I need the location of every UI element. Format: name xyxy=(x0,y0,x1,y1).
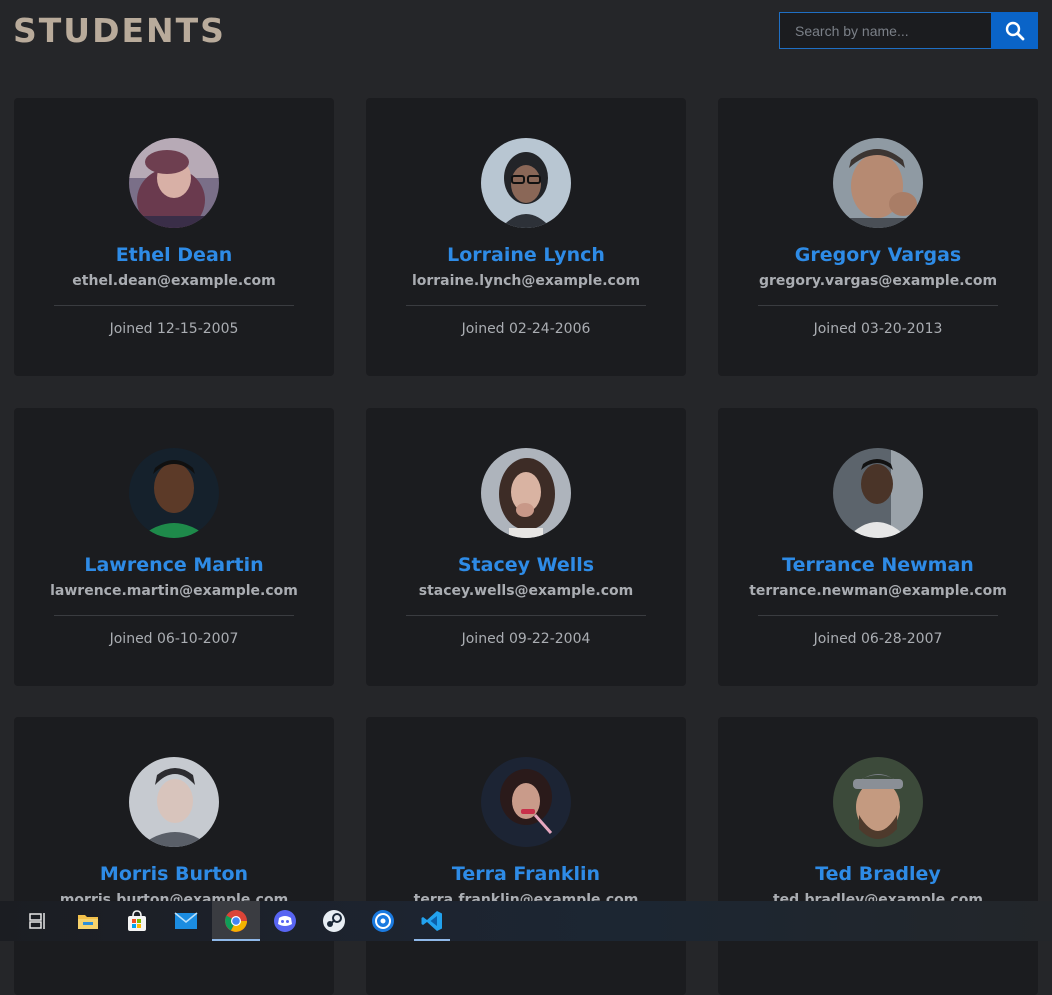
file-explorer-icon xyxy=(78,915,98,929)
taskbar-discord[interactable] xyxy=(261,901,309,941)
student-card[interactable]: Lorraine Lynch lorraine.lynch@example.co… xyxy=(366,98,686,376)
student-card[interactable]: Terrance Newman terrance.newman@example.… xyxy=(718,408,1038,686)
joined-date: Joined 12-15-2005 xyxy=(109,321,239,337)
taskbar-app[interactable] xyxy=(359,901,407,941)
student-card[interactable]: Terra Franklin terra.franklin@example.co… xyxy=(366,717,686,995)
steam-icon xyxy=(323,910,345,932)
student-name[interactable]: Morris Burton xyxy=(14,860,334,888)
student-email: ethel.dean@example.com xyxy=(72,273,276,289)
card-divider xyxy=(758,615,998,616)
chrome-icon xyxy=(225,910,247,932)
avatar xyxy=(129,138,219,228)
student-name[interactable]: Terrance Newman xyxy=(718,551,1038,579)
avatar xyxy=(129,448,219,538)
avatar xyxy=(833,138,923,228)
taskbar-store[interactable] xyxy=(113,901,161,941)
vscode-icon xyxy=(421,911,442,931)
joined-date: Joined 03-20-2013 xyxy=(813,321,943,337)
avatar xyxy=(833,448,923,538)
taskbar-mail[interactable] xyxy=(162,901,210,941)
student-card[interactable]: Gregory Vargas gregory.vargas@example.co… xyxy=(718,98,1038,376)
student-name[interactable]: Gregory Vargas xyxy=(718,241,1038,269)
avatar xyxy=(481,757,571,847)
student-email: lorraine.lynch@example.com xyxy=(411,273,641,289)
student-email: terrance.newman@example.com xyxy=(749,583,1007,599)
student-card[interactable]: Stacey Wells stacey.wells@example.com Jo… xyxy=(366,408,686,686)
joined-date: Joined 06-28-2007 xyxy=(813,631,943,647)
avatar xyxy=(481,138,571,228)
taskbar-file-explorer[interactable] xyxy=(64,901,112,941)
joined-date: Joined 02-24-2006 xyxy=(461,321,591,337)
student-name[interactable]: Terra Franklin xyxy=(366,860,686,888)
taskbar-chrome[interactable] xyxy=(212,901,260,941)
student-name[interactable]: Ted Bradley xyxy=(718,860,1038,888)
student-grid: Ethel Dean ethel.dean@example.com Joined… xyxy=(0,0,1052,995)
avatar xyxy=(833,757,923,847)
taskbar-steam[interactable] xyxy=(310,901,358,941)
student-card[interactable]: Lawrence Martin lawrence.martin@example.… xyxy=(14,408,334,686)
student-card[interactable]: Morris Burton morris.burton@example.com xyxy=(14,717,334,995)
joined-date: Joined 06-10-2007 xyxy=(109,631,239,647)
student-card[interactable]: Ted Bradley ted.bradley@example.com xyxy=(718,717,1038,995)
taskbar-task-view[interactable] xyxy=(14,901,62,941)
student-name[interactable]: Stacey Wells xyxy=(366,551,686,579)
task-view-icon xyxy=(29,913,45,929)
student-email: stacey.wells@example.com xyxy=(418,583,634,599)
taskbar xyxy=(0,901,1052,941)
discord-icon xyxy=(274,910,296,932)
avatar xyxy=(481,448,571,538)
card-divider xyxy=(406,305,646,306)
card-divider xyxy=(54,305,294,306)
microsoft-store-icon xyxy=(128,910,146,931)
avatar xyxy=(129,757,219,847)
student-name[interactable]: Lorraine Lynch xyxy=(366,241,686,269)
app-icon xyxy=(372,910,394,932)
card-divider xyxy=(406,615,646,616)
card-divider xyxy=(758,305,998,306)
taskbar-vscode[interactable] xyxy=(408,901,456,941)
joined-date: Joined 09-22-2004 xyxy=(461,631,591,647)
card-divider xyxy=(54,615,294,616)
student-name[interactable]: Ethel Dean xyxy=(14,241,334,269)
student-card[interactable]: Ethel Dean ethel.dean@example.com Joined… xyxy=(14,98,334,376)
mail-icon xyxy=(174,912,198,929)
student-email: lawrence.martin@example.com xyxy=(50,583,298,599)
student-name[interactable]: Lawrence Martin xyxy=(14,551,334,579)
student-email: gregory.vargas@example.com xyxy=(758,273,998,289)
